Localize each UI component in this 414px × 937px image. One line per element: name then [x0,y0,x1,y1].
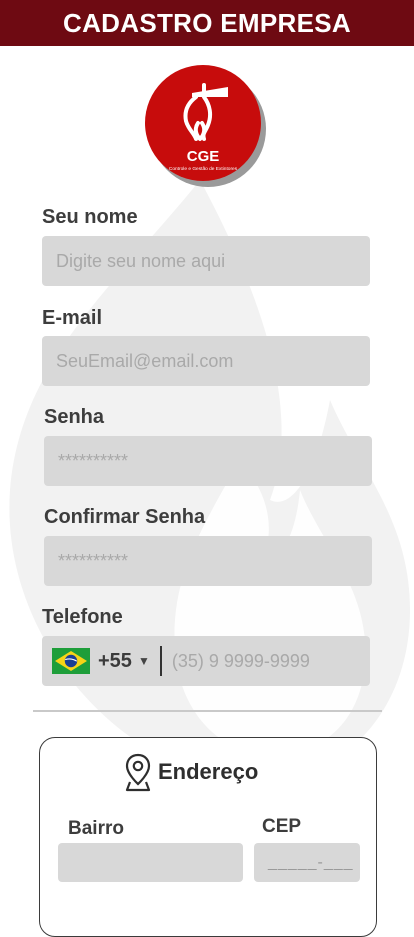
address-title: Endereço [124,752,258,792]
password-input[interactable]: ********** [44,436,372,486]
bairro-label: Bairro [68,818,124,839]
password-label: Senha [44,406,105,428]
name-input[interactable]: Digite seu nome aqui [42,236,370,286]
phone-input[interactable]: +55 ▼ (35) 9 9999-9999 [42,636,370,686]
phone-separator [159,646,162,676]
country-code[interactable]: +55 [98,650,132,673]
svg-text:CGE: CGE [187,148,220,165]
phone-placeholder: (35) 9 9999-9999 [171,650,310,671]
name-label: Seu nome [42,206,138,228]
email-placeholder: SeuEmail@email.com [56,350,234,371]
cep-label: CEP [262,816,302,837]
brazil-flag-icon[interactable] [52,648,90,674]
confirm-password-placeholder: ********** [58,550,129,571]
svg-text:Controle e Gestão de Extintore: Controle e Gestão de Extintores [169,166,238,172]
cep-placeholder: _____-___ [268,853,354,871]
email-label: E-mail [42,307,103,329]
email-input[interactable]: SeuEmail@email.com [42,336,370,386]
address-title-text: Endereço [158,759,259,784]
chevron-down-icon[interactable]: ▼ [138,654,150,668]
password-placeholder: ********** [58,450,129,471]
name-placeholder: Digite seu nome aqui [56,250,226,271]
bairro-input[interactable] [58,843,243,882]
cep-input[interactable]: _____-___ [254,843,360,882]
cge-logo: CGE Controle e Gestão de Extintores [145,65,266,187]
confirm-password-input[interactable]: ********** [44,536,372,586]
page-title: CADASTRO EMPRESA [63,7,351,38]
section-divider [33,710,382,712]
confirm-password-label: Confirmar Senha [44,506,206,528]
phone-label: Telefone [42,606,123,628]
header-bar: CADASTRO EMPRESA [0,0,414,46]
map-pin-icon [125,753,151,792]
